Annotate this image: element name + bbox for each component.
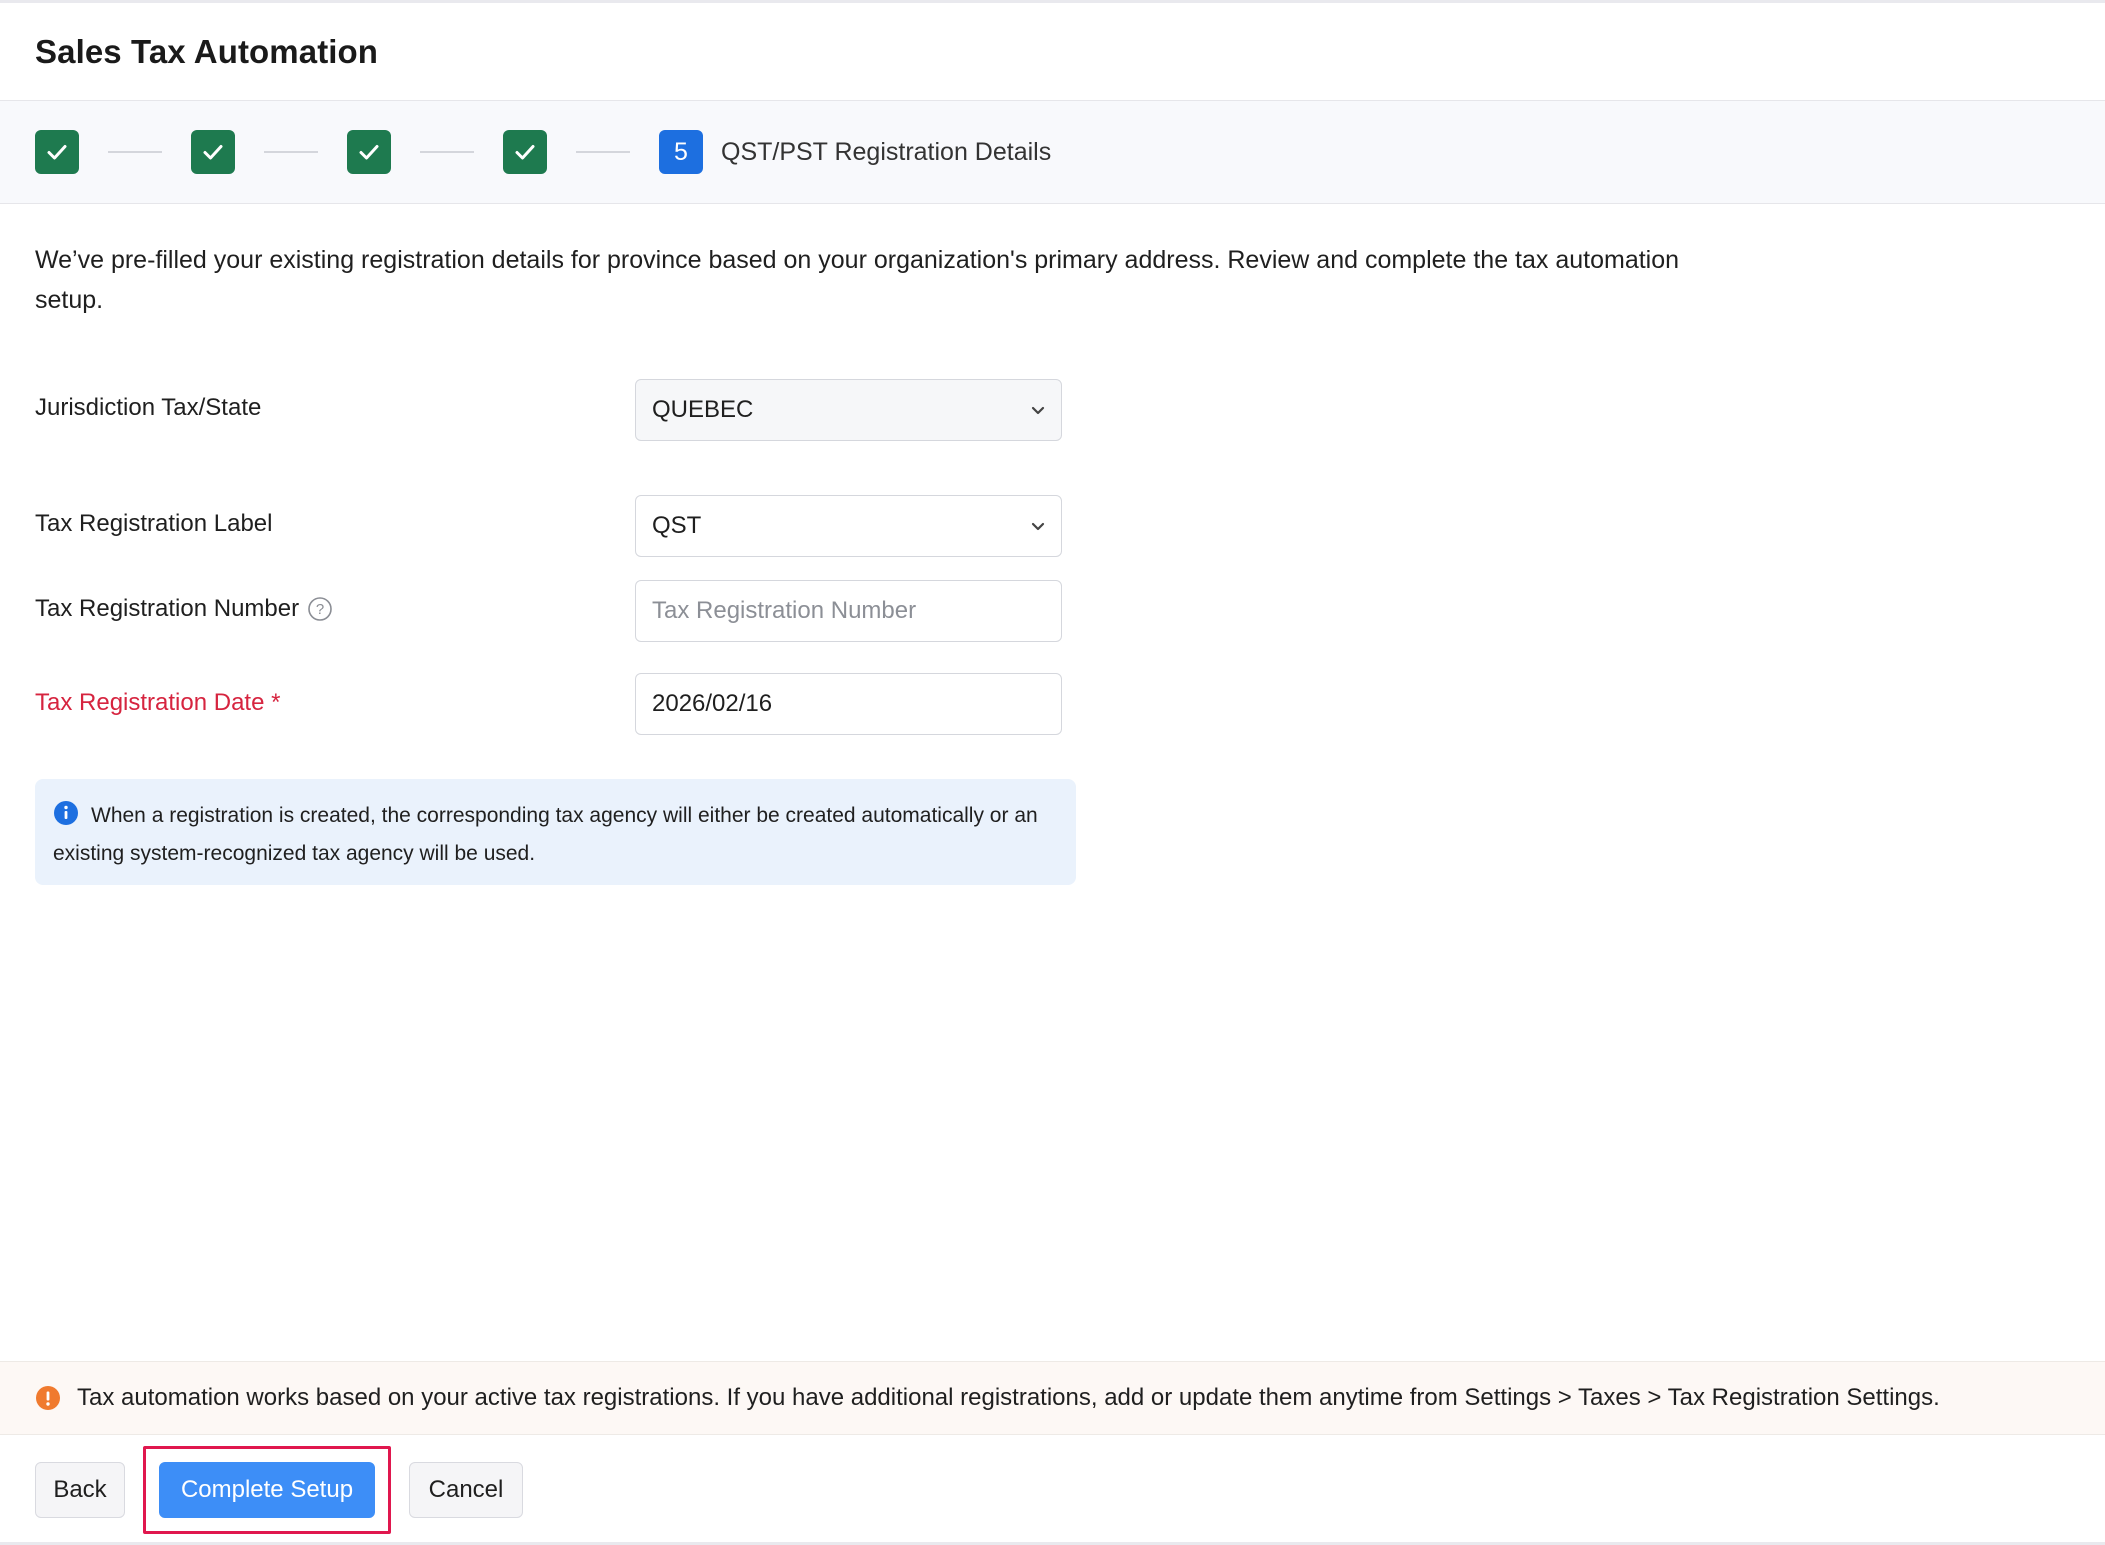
info-icon xyxy=(53,800,79,837)
current-step-label: QST/PST Registration Details xyxy=(721,137,1052,166)
checkmark-icon xyxy=(515,145,535,160)
step-3-complete[interactable] xyxy=(347,130,391,174)
checkmark-icon xyxy=(47,145,67,160)
sales-tax-automation-window: Sales Tax Automation 5 QST/PST Registrat… xyxy=(0,0,2105,1545)
info-box: When a registration is created, the corr… xyxy=(35,779,1076,885)
footer-note: Tax automation works based on your activ… xyxy=(0,1361,2105,1435)
chevron-down-icon xyxy=(1031,406,1045,415)
page-header: Sales Tax Automation xyxy=(0,3,2105,101)
reg-date-label: Tax Registration Date * xyxy=(35,689,280,717)
step-connector xyxy=(576,151,630,153)
svg-text:?: ? xyxy=(316,601,324,618)
chevron-down-icon xyxy=(1031,522,1045,531)
jurisdiction-select[interactable]: QUEBEC xyxy=(635,379,1062,441)
page-title: Sales Tax Automation xyxy=(35,32,379,70)
step-connector xyxy=(108,151,162,153)
step-4-complete[interactable] xyxy=(503,130,547,174)
reg-label-value: QST xyxy=(652,512,702,539)
jurisdiction-label: Jurisdiction Tax/State xyxy=(35,394,261,422)
info-box-text: When a registration is created, the corr… xyxy=(53,804,1038,865)
reg-number-placeholder: Tax Registration Number xyxy=(652,597,917,624)
reg-label-select[interactable]: QST xyxy=(635,495,1062,557)
jurisdiction-label-text: Jurisdiction Tax/State xyxy=(35,394,262,421)
reg-number-label: Tax Registration Number ? xyxy=(35,595,333,623)
reg-date-label-text: Tax Registration Date * xyxy=(35,689,281,716)
cancel-button[interactable]: Cancel xyxy=(409,1462,523,1518)
reg-date-value: 2026/02/16 xyxy=(652,690,773,717)
back-button[interactable]: Back xyxy=(35,1462,125,1518)
reg-label-label-text: Tax Registration Label xyxy=(35,510,273,537)
setup-stepper: 5 QST/PST Registration Details xyxy=(0,101,2105,204)
step-connector xyxy=(264,151,318,153)
action-bar: Back Complete Setup Cancel xyxy=(35,1446,523,1534)
help-icon[interactable]: ? xyxy=(307,596,333,622)
jurisdiction-value: QUEBEC xyxy=(652,396,754,423)
intro-text: We’ve pre-filled your existing registrat… xyxy=(35,246,1680,314)
step-connector xyxy=(420,151,474,153)
step-1-complete[interactable] xyxy=(35,130,79,174)
reg-number-field[interactable]: Tax Registration Number xyxy=(635,580,1062,642)
footer-note-text: Tax automation works based on your activ… xyxy=(77,1384,1940,1411)
checkmark-icon xyxy=(359,145,379,160)
complete-setup-button[interactable]: Complete Setup xyxy=(159,1462,375,1518)
checkmark-icon xyxy=(203,145,223,160)
reg-number-label-text: Tax Registration Number xyxy=(35,595,300,622)
step-2-complete[interactable] xyxy=(191,130,235,174)
reg-label-label: Tax Registration Label xyxy=(35,510,272,538)
highlight-outline: Complete Setup xyxy=(143,1446,391,1534)
reg-date-field[interactable]: 2026/02/16 xyxy=(635,673,1062,735)
warning-icon xyxy=(35,1385,61,1411)
step-5-current: 5 xyxy=(659,130,703,174)
